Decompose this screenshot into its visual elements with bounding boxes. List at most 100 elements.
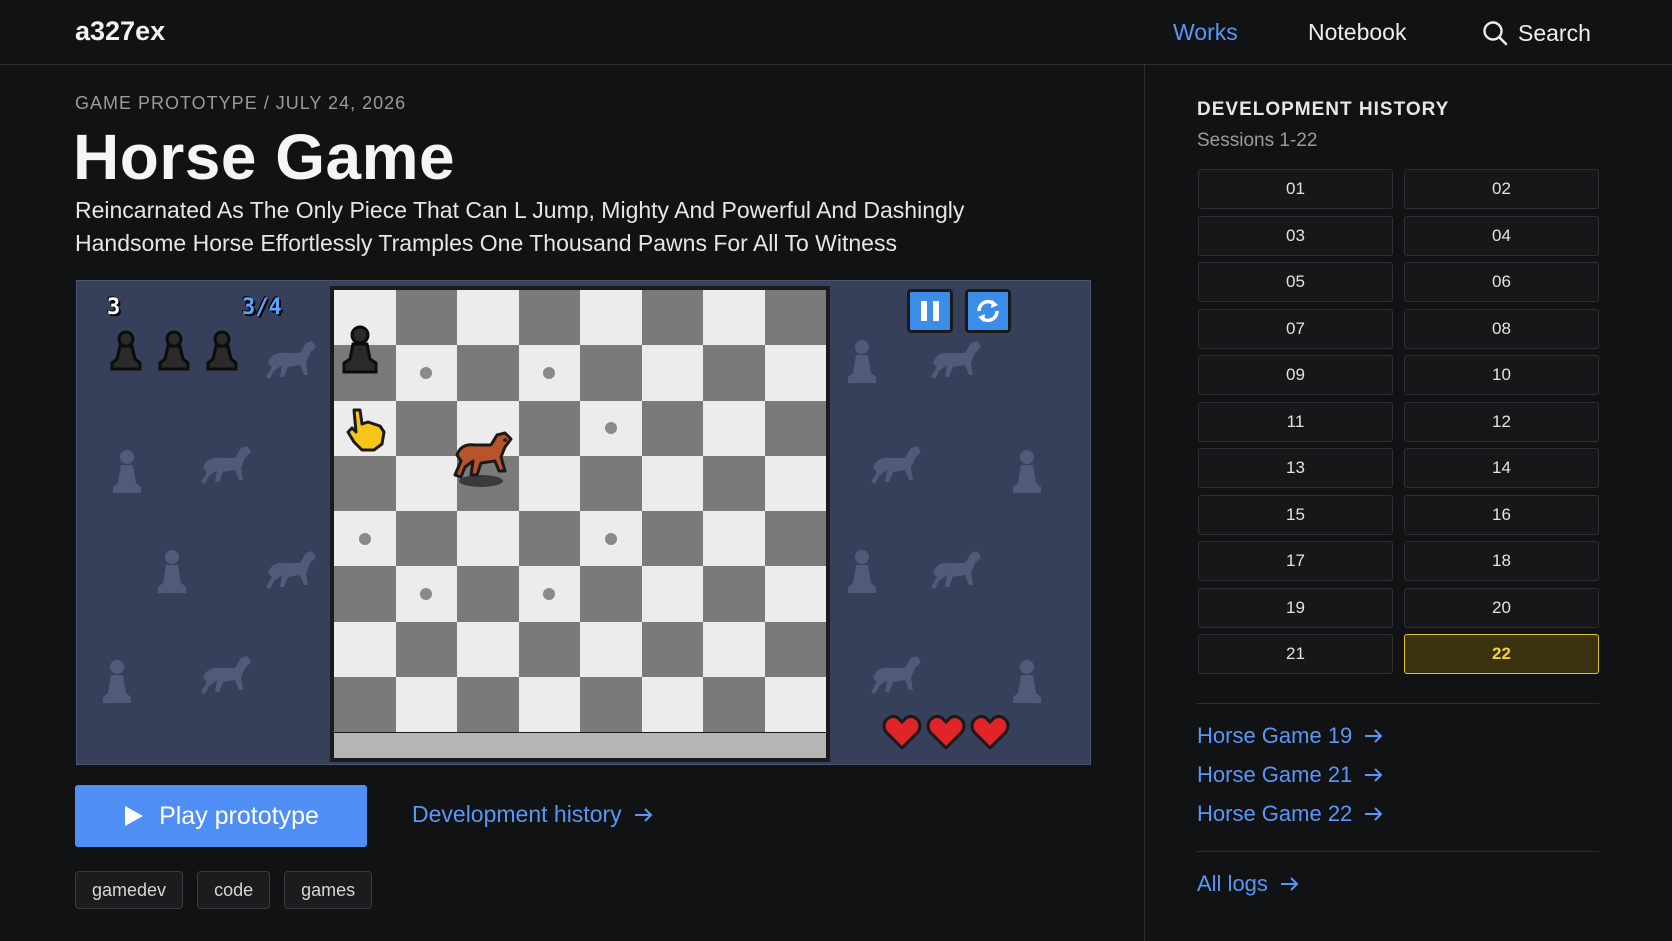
chess-board[interactable] [334, 290, 826, 732]
session-button-05[interactable]: 05 [1198, 262, 1393, 302]
board-square[interactable] [395, 400, 457, 456]
board-square[interactable] [395, 566, 457, 622]
all-logs-link[interactable]: All logs [1197, 871, 1300, 897]
board-square[interactable] [518, 400, 580, 456]
board-square[interactable] [457, 621, 519, 677]
nav-search[interactable]: Search [1482, 15, 1591, 51]
sidebar-subtitle: Sessions 1-22 [1197, 130, 1318, 151]
board-square[interactable] [518, 290, 580, 346]
session-button-02[interactable]: 02 [1404, 169, 1599, 209]
board-square[interactable] [580, 455, 642, 511]
board-square[interactable] [580, 400, 642, 456]
board-square[interactable] [641, 290, 703, 346]
session-button-20[interactable]: 20 [1404, 587, 1599, 628]
board-square[interactable] [764, 290, 826, 346]
session-button-04[interactable]: 04 [1404, 215, 1599, 256]
session-button-03[interactable]: 03 [1198, 215, 1393, 256]
restart-button[interactable] [965, 289, 1011, 333]
board-square[interactable] [580, 290, 642, 346]
board-square[interactable] [518, 621, 580, 677]
board-square[interactable] [764, 511, 826, 567]
session-button-13[interactable]: 13 [1198, 448, 1393, 488]
board-square[interactable] [395, 676, 457, 732]
session-button-09[interactable]: 09 [1198, 355, 1393, 395]
board-square[interactable] [703, 400, 765, 456]
board-square[interactable] [395, 511, 457, 567]
tag-code[interactable]: code [197, 871, 271, 909]
board-square[interactable] [641, 400, 703, 456]
play-prototype-button[interactable]: Play prototype [75, 785, 367, 847]
board-square[interactable] [764, 566, 826, 622]
board-square[interactable] [703, 345, 765, 401]
board-square[interactable] [641, 455, 703, 511]
board-square[interactable] [641, 345, 703, 401]
board-square[interactable] [334, 676, 396, 732]
board-square[interactable] [395, 290, 457, 346]
related-link-horse-game-22[interactable]: Horse Game 22 [1197, 800, 1384, 828]
board-square[interactable] [764, 676, 826, 732]
nav-notebook[interactable]: Notebook [1308, 19, 1406, 46]
board-square[interactable] [395, 345, 457, 401]
board-square[interactable] [703, 566, 765, 622]
session-button-19[interactable]: 19 [1198, 587, 1393, 628]
game-canvas[interactable]: 3 3/4 [76, 280, 1091, 765]
session-button-12[interactable]: 12 [1404, 401, 1599, 442]
session-button-07[interactable]: 07 [1198, 308, 1393, 349]
board-square[interactable] [641, 621, 703, 677]
board-square[interactable] [457, 290, 519, 346]
board-square[interactable] [764, 455, 826, 511]
board-square[interactable] [334, 455, 396, 511]
board-square[interactable] [703, 290, 765, 346]
board-square[interactable] [518, 676, 580, 732]
session-button-22[interactable]: 22 [1404, 634, 1599, 674]
board-square[interactable] [395, 621, 457, 677]
session-button-14[interactable]: 14 [1404, 448, 1599, 488]
board-square[interactable] [457, 345, 519, 401]
session-button-16[interactable]: 16 [1404, 494, 1599, 535]
pause-icon [921, 301, 939, 321]
session-button-06[interactable]: 06 [1404, 262, 1599, 302]
board-square[interactable] [457, 566, 519, 622]
board-square[interactable] [457, 511, 519, 567]
board-square[interactable] [641, 676, 703, 732]
session-button-10[interactable]: 10 [1404, 355, 1599, 395]
session-button-21[interactable]: 21 [1198, 634, 1393, 674]
board-square[interactable] [334, 511, 396, 567]
board-square[interactable] [764, 345, 826, 401]
board-square[interactable] [764, 621, 826, 677]
board-square[interactable] [518, 455, 580, 511]
session-button-11[interactable]: 11 [1198, 401, 1393, 442]
board-square[interactable] [641, 566, 703, 622]
session-button-01[interactable]: 01 [1198, 169, 1393, 209]
board-square[interactable] [334, 566, 396, 622]
board-square[interactable] [580, 345, 642, 401]
board-square[interactable] [395, 455, 457, 511]
board-square[interactable] [641, 511, 703, 567]
board-square[interactable] [518, 345, 580, 401]
board-square[interactable] [703, 676, 765, 732]
related-link-horse-game-19[interactable]: Horse Game 19 [1197, 722, 1384, 750]
board-square[interactable] [518, 511, 580, 567]
board-square[interactable] [580, 511, 642, 567]
board-square[interactable] [703, 511, 765, 567]
board-square[interactable] [334, 621, 396, 677]
tag-games[interactable]: games [284, 871, 373, 909]
pause-button[interactable] [907, 289, 953, 333]
session-button-17[interactable]: 17 [1198, 541, 1393, 581]
board-square[interactable] [580, 566, 642, 622]
board-square[interactable] [580, 676, 642, 732]
related-link-horse-game-21[interactable]: Horse Game 21 [1197, 761, 1384, 789]
nav-works[interactable]: Works [1173, 19, 1238, 46]
tag-gamedev[interactable]: gamedev [75, 871, 184, 909]
board-square[interactable] [764, 400, 826, 456]
board-square[interactable] [457, 676, 519, 732]
board-square[interactable] [580, 621, 642, 677]
session-button-08[interactable]: 08 [1404, 308, 1599, 349]
session-button-18[interactable]: 18 [1404, 541, 1599, 581]
board-square[interactable] [703, 621, 765, 677]
development-history-link[interactable]: Development history [412, 801, 654, 828]
board-square[interactable] [518, 566, 580, 622]
session-button-15[interactable]: 15 [1198, 494, 1393, 535]
site-logo[interactable]: a327ex [75, 16, 165, 47]
board-square[interactable] [703, 455, 765, 511]
